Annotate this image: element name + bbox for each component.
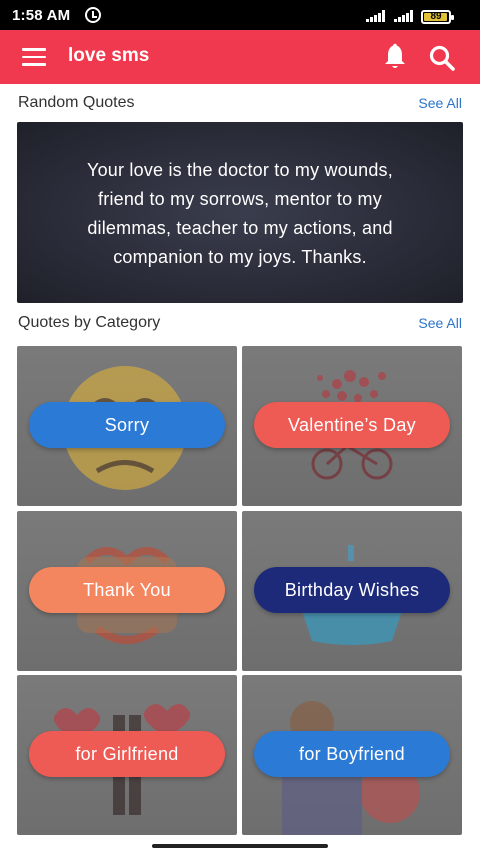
category-tile-valentines-day[interactable]: Valentine’s Day [242, 346, 462, 506]
cell-signal-icon [366, 10, 386, 22]
category-label: Valentine’s Day [288, 414, 416, 435]
category-tile-for-boyfriend[interactable]: for Boyfriend [242, 675, 462, 835]
battery-icon: 89 [421, 10, 454, 24]
app-title: love sms [68, 45, 150, 66]
notification-bell-icon[interactable] [382, 43, 408, 71]
status-bar: 1:58 AM 89 [0, 0, 480, 30]
app-bar: love sms [0, 30, 480, 84]
category-tile-thank-you[interactable]: Thank You [17, 511, 237, 671]
category-label: for Boyfriend [299, 743, 405, 764]
quote-line: dilemmas, teacher to my actions, and [87, 218, 393, 238]
quote-line: Your love is the doctor to my wounds, [87, 160, 393, 180]
quote-text: Your love is the doctor to my wounds, fr… [37, 156, 443, 272]
category-label: for Girlfriend [75, 743, 179, 764]
alarm-clock-icon [85, 7, 101, 23]
category-button-for-boyfriend[interactable]: for Boyfriend [254, 731, 450, 777]
category-button-birthday-wishes[interactable]: Birthday Wishes [254, 567, 450, 613]
battery-level: 89 [430, 11, 442, 22]
category-label: Birthday Wishes [284, 579, 420, 600]
random-quote-card[interactable]: Your love is the doctor to my wounds, fr… [17, 122, 463, 303]
category-tile-sorry[interactable]: Sorry [17, 346, 237, 506]
categories-see-all-link[interactable]: See All [418, 315, 462, 331]
category-tile-birthday-wishes[interactable]: Birthday Wishes [242, 511, 462, 671]
category-tile-for-girlfriend[interactable]: for Girlfriend [17, 675, 237, 835]
quotes-by-category-heading: Quotes by Category [18, 314, 161, 331]
category-label: Thank You [83, 579, 171, 600]
status-time: 1:58 AM [12, 7, 71, 24]
cell-signal-icon [394, 10, 414, 22]
category-button-valentines-day[interactable]: Valentine’s Day [254, 402, 450, 448]
random-quotes-heading: Random Quotes [18, 94, 135, 111]
search-icon[interactable] [428, 44, 456, 72]
home-indicator[interactable] [152, 844, 328, 848]
quote-line: companion to my joys. Thanks. [113, 247, 367, 267]
random-quotes-see-all-link[interactable]: See All [418, 95, 462, 111]
quote-line: friend to my sorrows, mentor to my [98, 189, 382, 209]
category-button-for-girlfriend[interactable]: for Girlfriend [29, 731, 225, 777]
category-button-thank-you[interactable]: Thank You [29, 567, 225, 613]
category-label: Sorry [104, 414, 150, 435]
hamburger-menu-icon[interactable] [22, 48, 46, 66]
category-button-sorry[interactable]: Sorry [29, 402, 225, 448]
